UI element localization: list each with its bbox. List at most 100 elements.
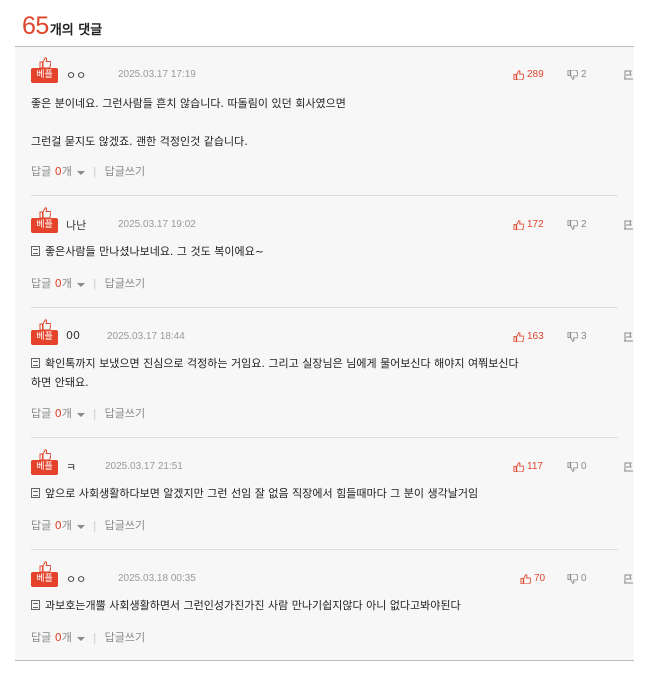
comment-body-text: 앞으로 사회생활하다보면 알겠지만 그런 선임 잘 없음 직장에서 힘들때마다 … [45, 487, 479, 500]
report-icon[interactable] [623, 219, 634, 230]
chevron-down-icon [76, 171, 85, 175]
thumbs-down-icon [567, 219, 578, 230]
comment-list: 베플 ㅇㅇ 2025.03.17 17:19 289 2 좋은 분이네요. 그런… [15, 47, 634, 661]
best-comment-badge: 베플 [31, 207, 58, 233]
thumbs-up-icon [513, 69, 524, 80]
like-count: 172 [527, 219, 544, 230]
comment-body: 과보호는개뿔 사회생활하면서 그런인성가진가진 사람 만나기쉽지않다 아니 없다… [31, 596, 618, 615]
thumbs-up-icon [39, 319, 51, 330]
reply-toggle[interactable]: 답글 0개 [31, 517, 85, 533]
best-comment-badge: 베플 [31, 561, 58, 587]
like-button[interactable]: 172 [513, 219, 544, 230]
thumbs-up-icon [39, 449, 51, 460]
separator: | [92, 164, 97, 178]
dislike-button[interactable]: 0 [567, 573, 587, 584]
best-tag: 베플 [31, 572, 58, 587]
reply-label: 답글 [31, 277, 52, 290]
chevron-down-icon [76, 283, 85, 287]
comment-body: 확인톡까지 보냈으면 진심으로 걱정하는 거임요. 그리고 실장님은 님에게 물… [31, 354, 618, 392]
reply-count: 0 [54, 277, 62, 290]
comment-item: 베플 나난 2025.03.17 19:02 172 2 좋은사람들 만나셨나보… [31, 207, 633, 307]
chevron-down-icon [76, 637, 85, 641]
document-icon [31, 358, 40, 368]
like-button[interactable]: 70 [520, 573, 545, 584]
dislike-count: 0 [581, 461, 587, 472]
comment-body: 앞으로 사회생활하다보면 알겠지만 그런 선임 잘 없음 직장에서 힘들때마다 … [31, 484, 618, 503]
reply-count: 0 [54, 519, 62, 532]
reply-row: 답글 0개 | 답글쓰기 [31, 517, 145, 533]
thumbs-up-icon [39, 561, 51, 572]
comment-author[interactable]: 00 [66, 329, 80, 342]
comment-count-header: 65 개의 댓글 [22, 12, 102, 42]
thumbs-up-icon [513, 331, 524, 342]
write-reply-button[interactable]: 답글쓰기 [105, 163, 145, 179]
thumbs-up-icon [513, 461, 524, 472]
report-icon[interactable] [623, 573, 634, 584]
dislike-button[interactable]: 3 [567, 331, 587, 342]
like-button[interactable]: 289 [513, 69, 544, 80]
reply-label: 답글 [31, 519, 52, 532]
report-icon[interactable] [623, 69, 634, 80]
best-comment-badge: 베플 [31, 319, 58, 345]
comment-count-label: 개의 댓글 [49, 23, 103, 38]
reply-label: 답글 [31, 407, 52, 420]
comment-date: 2025.03.17 18:44 [107, 331, 185, 342]
reply-unit: 개 [61, 407, 72, 420]
comment-divider [31, 549, 618, 550]
comment-date: 2025.03.18 00:35 [118, 573, 196, 584]
separator: | [92, 630, 97, 644]
dislike-button[interactable]: 0 [567, 461, 587, 472]
comment-item: 베플 ㅋ 2025.03.17 21:51 117 0 앞으로 사회생활하다보면… [31, 449, 633, 549]
report-icon[interactable] [623, 331, 634, 342]
comment-date: 2025.03.17 19:02 [118, 219, 196, 230]
like-count: 163 [527, 331, 544, 342]
reply-count: 0 [54, 165, 62, 178]
like-button[interactable]: 117 [513, 461, 543, 472]
comment-author[interactable]: 나난 [66, 217, 86, 233]
comment-author[interactable]: ㅇㅇ [66, 571, 86, 587]
dislike-button[interactable]: 2 [567, 219, 587, 230]
best-comment-badge: 베플 [31, 449, 58, 475]
reply-toggle[interactable]: 답글 0개 [31, 629, 85, 645]
write-reply-button[interactable]: 답글쓰기 [105, 517, 145, 533]
reply-toggle[interactable]: 답글 0개 [31, 275, 85, 291]
write-reply-button[interactable]: 답글쓰기 [105, 629, 145, 645]
separator: | [92, 406, 97, 420]
dislike-count: 2 [581, 219, 587, 230]
reply-row: 답글 0개 | 답글쓰기 [31, 405, 145, 421]
thumbs-down-icon [567, 331, 578, 342]
comment-body: 좋은 분이네요. 그런사람들 흔치 않습니다. 따돌림이 있던 회사였으면 그런… [31, 97, 346, 148]
reply-row: 답글 0개 | 답글쓰기 [31, 629, 145, 645]
separator: | [92, 276, 97, 290]
reply-toggle[interactable]: 답글 0개 [31, 405, 85, 421]
reply-unit: 개 [61, 165, 72, 178]
comment-divider [31, 437, 618, 438]
report-icon[interactable] [623, 461, 634, 472]
comment-divider [31, 195, 618, 196]
comment-item: 베플 ㅇㅇ 2025.03.17 17:19 289 2 좋은 분이네요. 그런… [31, 57, 633, 195]
dislike-count: 2 [581, 69, 587, 80]
reply-unit: 개 [61, 277, 72, 290]
comment-author[interactable]: ㅋ [66, 459, 76, 475]
write-reply-button[interactable]: 답글쓰기 [105, 275, 145, 291]
comment-body-text: 과보호는개뿔 사회생활하면서 그런인성가진가진 사람 만나기쉽지않다 아니 없다… [45, 599, 461, 612]
best-tag: 베플 [31, 218, 58, 233]
document-icon [31, 488, 40, 498]
thumbs-up-icon [39, 57, 51, 68]
like-button[interactable]: 163 [513, 331, 544, 342]
thumbs-up-icon [39, 207, 51, 218]
write-reply-button[interactable]: 답글쓰기 [105, 405, 145, 421]
comment-author[interactable]: ㅇㅇ [66, 67, 86, 83]
thumbs-up-icon [520, 573, 531, 584]
comment-divider [31, 307, 618, 308]
comment-count-number: 65 [22, 12, 49, 40]
dislike-button[interactable]: 2 [567, 69, 587, 80]
reply-toggle[interactable]: 답글 0개 [31, 163, 85, 179]
comment-date: 2025.03.17 17:19 [118, 69, 196, 80]
comment-date: 2025.03.17 21:51 [105, 461, 183, 472]
thumbs-down-icon [567, 573, 578, 584]
reply-count: 0 [54, 631, 62, 644]
like-count: 70 [534, 573, 546, 584]
thumbs-down-icon [567, 461, 578, 472]
reply-row: 답글 0개 | 답글쓰기 [31, 163, 145, 179]
